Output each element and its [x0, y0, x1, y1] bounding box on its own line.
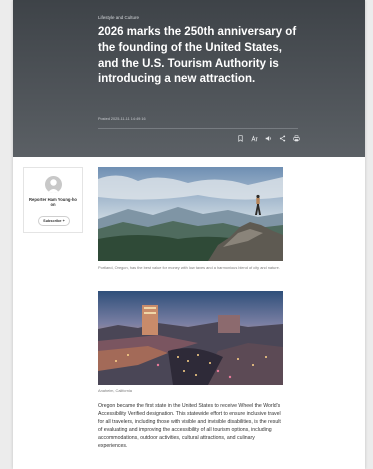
article-body-paragraph: Oregon became the first state in the Uni…	[98, 403, 281, 450]
subscribe-button[interactable]: Subscribe +	[38, 216, 70, 226]
print-icon[interactable]	[292, 134, 300, 142]
header-divider	[98, 128, 298, 129]
article-page: Lifestyle and Culture 2026 marks the 250…	[13, 0, 365, 469]
reporter-card: Reporter Ham Young-ho on Subscribe +	[23, 167, 83, 233]
share-icon[interactable]	[278, 134, 286, 142]
reporter-avatar-icon	[45, 176, 62, 193]
article-headline: 2026 marks the 250th anniversary of the …	[98, 26, 297, 86]
bookmark-icon[interactable]	[236, 134, 244, 142]
audio-icon[interactable]	[264, 134, 272, 142]
reporter-name[interactable]: Reporter Ham Young-ho on	[26, 197, 80, 207]
article-header: Lifestyle and Culture 2026 marks the 250…	[13, 0, 365, 157]
photo-caption-portland: Portland, Oregon, has the best value for…	[98, 265, 280, 270]
photo-portland-mountain	[98, 167, 283, 261]
font-size-icon[interactable]	[250, 134, 258, 142]
article-category[interactable]: Lifestyle and Culture	[98, 15, 139, 20]
photo-anaheim	[98, 291, 283, 385]
posted-date: Posted 2025-11-11 14:49:16	[98, 117, 146, 121]
photo-caption-anaheim: Anaheim, California	[98, 388, 132, 393]
article-tools	[236, 134, 300, 142]
